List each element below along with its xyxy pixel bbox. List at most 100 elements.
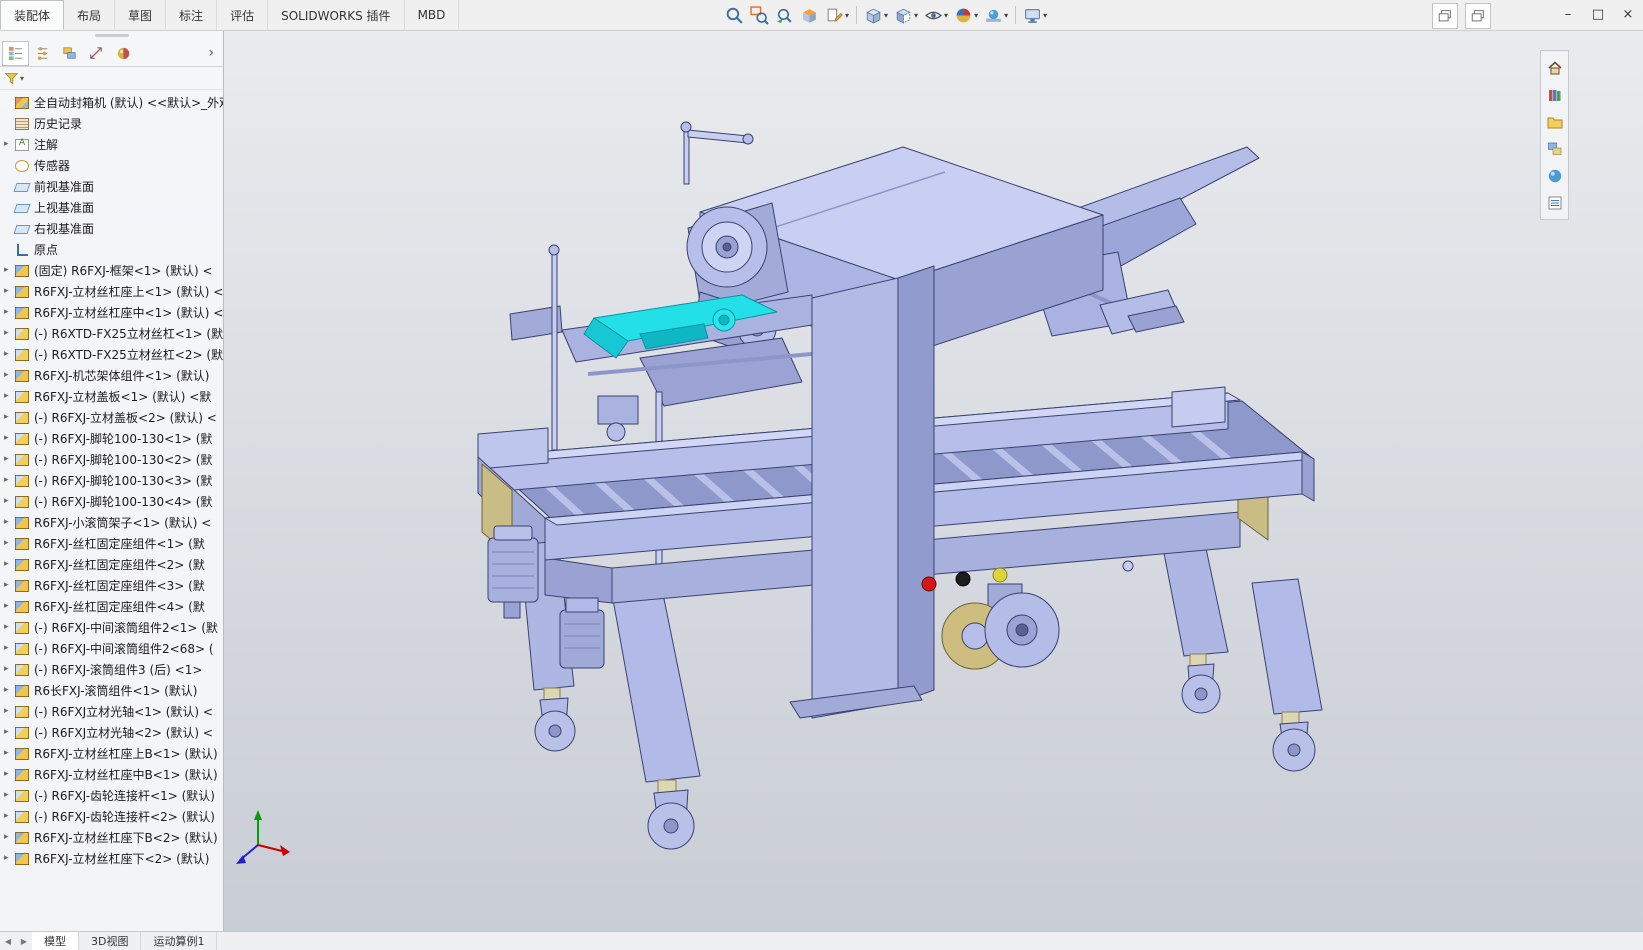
dimxpertmanager-tab[interactable] [83,41,110,66]
expand-arrow[interactable] [4,665,15,674]
previous-view-button[interactable] [772,4,797,27]
tree-item[interactable]: 注解 [0,134,223,155]
tree-item[interactable]: 前视基准面 [0,176,223,197]
minimize-button[interactable]: – [1553,0,1583,29]
tree-item[interactable]: 右视基准面 [0,218,223,239]
expand-arrow[interactable] [4,266,15,275]
black-button[interactable] [955,571,971,587]
expand-arrow[interactable] [4,812,15,821]
featuremanager-tree-tab[interactable] [2,40,29,66]
ribbon-tab[interactable]: 布局 [64,0,116,30]
tree-item[interactable]: R6FXJ-机芯架体组件<1> (默认) [0,365,223,386]
graphics-viewport[interactable] [0,30,1643,932]
expand-arrow[interactable] [4,686,15,695]
expand-arrow[interactable] [4,539,15,548]
tree-item[interactable]: R6FXJ-立材丝杠座上<1> (默认) < [0,281,223,302]
expand-arrow[interactable] [4,518,15,527]
dynamic-annotation-views-button[interactable]: ▾ [822,4,852,27]
bottom-tab[interactable]: 3D视图 [79,932,142,950]
custom-properties-button[interactable] [1543,191,1566,214]
dropdown-caret[interactable]: ▾ [914,11,918,20]
expand-arrow[interactable] [4,581,15,590]
dropdown-caret[interactable]: ▾ [884,11,888,20]
expand-arrow[interactable] [4,749,15,758]
section-view-button[interactable] [797,4,822,27]
maximize-button[interactable]: □ [1583,0,1613,29]
tree-item[interactable]: (-) R6FXJ-滚筒组件3 (后) <1> [0,659,223,680]
tree-item[interactable]: (-) R6XTD-FX25立材丝杠<2> (默 [0,344,223,365]
panel-splitter[interactable] [0,30,223,40]
tree-item[interactable]: (-) R6FXJ-脚轮100-130<1> (默 [0,428,223,449]
tree-item[interactable]: R6FXJ-小滚筒架子<1> (默认) < [0,512,223,533]
file-explorer-button[interactable] [1543,110,1566,133]
dropdown-caret[interactable]: ▾ [1043,11,1047,20]
bottom-tab[interactable]: 运动算例1 [141,932,218,950]
yellow-button[interactable] [992,567,1008,583]
tree-item[interactable]: (-) R6XTD-FX25立材丝杠<1> (默 [0,323,223,344]
tree-item[interactable]: R6FXJ-立材丝杠座中B<1> (默认) [0,764,223,785]
tree-item[interactable]: R6FXJ-丝杠固定座组件<4> (默 [0,596,223,617]
expand-arrow[interactable] [4,623,15,632]
tab-scroll-button[interactable]: ▶ [16,932,32,950]
tree-item[interactable]: 传感器 [0,155,223,176]
tree-root-item[interactable]: 全自动封箱机 (默认) <<默认>_外观 [0,92,223,113]
expand-arrow[interactable] [4,434,15,443]
apply-scene-button[interactable]: ▾ [981,4,1011,27]
tree-item[interactable]: (-) R6FXJ-立材盖板<2> (默认) < [0,407,223,428]
tree-item[interactable]: (-) R6FXJ立材光轴<2> (默认) < [0,722,223,743]
red-stop-button[interactable] [921,576,937,592]
expand-arrow[interactable] [4,287,15,296]
tree-item[interactable]: (-) R6FXJ-中间滚筒组件2<1> (默 [0,617,223,638]
tree-item[interactable]: 原点 [0,239,223,260]
expand-arrow[interactable] [4,728,15,737]
tree-item[interactable]: R6FXJ-立材丝杠座上B<1> (默认) [0,743,223,764]
ribbon-tab[interactable]: 装配体 [0,0,65,30]
edit-appearance-button[interactable]: ▾ [951,4,981,27]
propertymanager-tab[interactable] [29,41,56,66]
display-style-button[interactable]: ▾ [891,4,921,27]
tree-item[interactable]: R6FXJ-立材丝杠座下<2> (默认) [0,848,223,869]
expand-arrow[interactable] [4,350,15,359]
ribbon-tab[interactable]: 草图 [115,0,167,30]
expand-arrow[interactable] [4,371,15,380]
expand-arrow[interactable] [4,560,15,569]
ribbon-tab[interactable]: SOLIDWORKS 插件 [268,0,405,30]
tree-item[interactable]: (-) R6FXJ-齿轮连接杆<2> (默认) [0,806,223,827]
gear-motor[interactable] [487,537,539,603]
tree-item[interactable]: (-) R6FXJ-齿轮连接杆<1> (默认) [0,785,223,806]
view-orientation-button[interactable]: ▾ [861,4,891,27]
ribbon-tab[interactable]: 评估 [217,0,269,30]
tree-item[interactable]: R6FXJ-丝杠固定座组件<2> (默 [0,554,223,575]
expand-arrow[interactable] [4,413,15,422]
expand-arrow[interactable] [4,770,15,779]
expand-arrow[interactable] [4,329,15,338]
panel-expand-button[interactable]: › [201,45,221,61]
tree-item[interactable]: (-) R6FXJ-脚轮100-130<2> (默 [0,449,223,470]
gear-motor[interactable] [559,609,605,669]
home-button[interactable] [1543,56,1566,79]
dropdown-caret[interactable]: ▾ [845,11,849,20]
hide-show-items-button[interactable]: ▾ [921,4,951,27]
expand-arrow[interactable] [4,602,15,611]
expand-arrow[interactable] [4,455,15,464]
expand-arrow[interactable] [4,791,15,800]
ribbon-tab[interactable]: 标注 [166,0,218,30]
tree-item[interactable]: 上视基准面 [0,197,223,218]
ribbon-tab[interactable]: MBD [404,0,460,30]
tree-item[interactable]: 历史记录 [0,113,223,134]
expand-arrow[interactable] [4,854,15,863]
tree-item[interactable]: (-) R6FXJ-脚轮100-130<3> (默 [0,470,223,491]
view-palette-button[interactable] [1543,137,1566,160]
tab-scroll-button[interactable]: ◀ [0,932,16,950]
tree-item[interactable]: R6长FXJ-滚筒组件<1> (默认) [0,680,223,701]
design-library-button[interactable] [1543,83,1566,106]
new-doc-window-button[interactable] [1465,3,1491,29]
expand-arrow[interactable] [4,140,15,149]
expand-arrow[interactable] [4,476,15,485]
close-button[interactable]: × [1613,0,1643,29]
dropdown-caret[interactable]: ▾ [944,11,948,20]
filter-icon[interactable] [4,71,19,86]
expand-arrow[interactable] [4,833,15,842]
dropdown-caret[interactable]: ▾ [974,11,978,20]
configurationmanager-tab[interactable] [56,41,83,66]
